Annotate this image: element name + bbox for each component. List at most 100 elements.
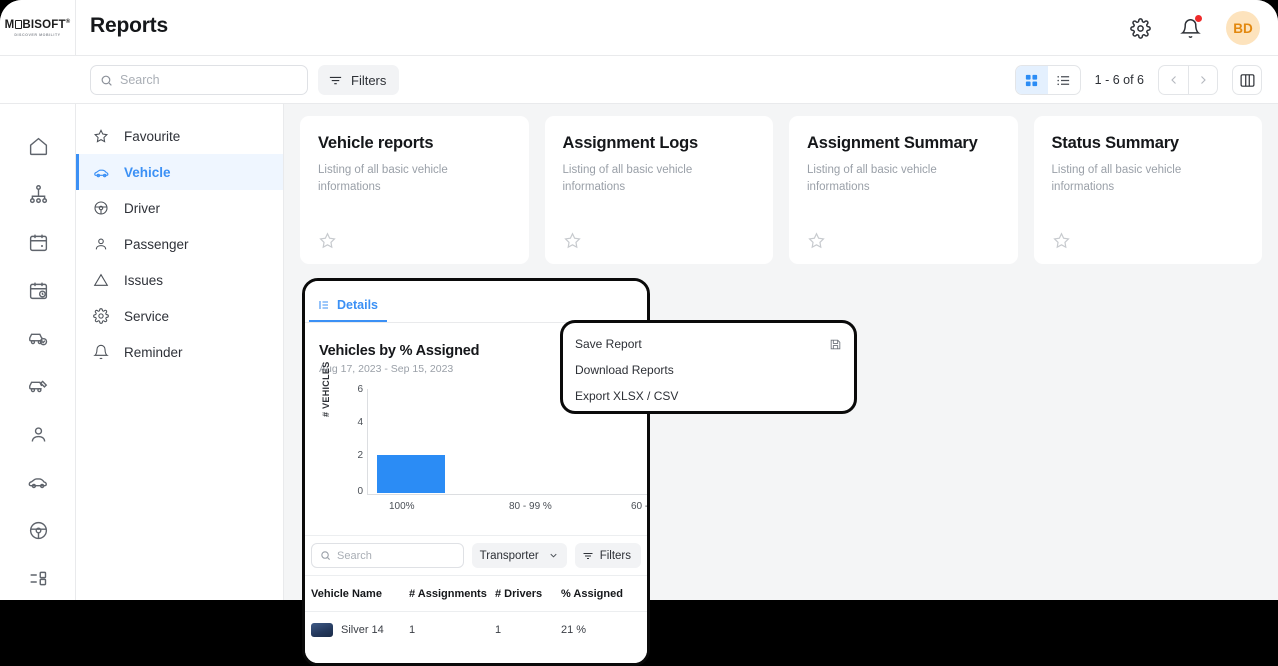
transporter-select[interactable]: Transporter <box>471 543 567 568</box>
table-toolbar: Transporter Filters <box>305 535 647 575</box>
calendar-clock-icon <box>28 280 49 301</box>
favourite-star-icon[interactable] <box>318 231 511 250</box>
search-icon <box>100 74 113 87</box>
sidebar-item-issues[interactable]: Issues <box>76 262 283 298</box>
table-row[interactable]: Silver 14 1 1 21 % <box>305 611 647 647</box>
cell-assignments: 1 <box>409 623 416 636</box>
prev-page-button[interactable] <box>1159 66 1188 94</box>
sidebar-item-vehicle[interactable]: Vehicle <box>76 154 283 190</box>
report-cards: Vehicle reports Listing of all basic veh… <box>300 116 1262 264</box>
details-table: Vehicle Name # Assignments # Drivers % A… <box>305 575 647 663</box>
tab-details-label: Details <box>337 298 378 312</box>
sidebar-item-driver[interactable]: Driver <box>76 190 283 226</box>
screenshot-root: M BISOFT® DISCOVER MOBILITY Reports BD S… <box>0 0 1278 666</box>
column-header-assignments: # Assignments <box>409 587 487 600</box>
column-header-vehicle-name: Vehicle Name <box>311 587 382 600</box>
rail-item-home[interactable] <box>0 122 76 170</box>
cell-assigned: 21 % <box>561 623 587 636</box>
rail-item-vehicle[interactable] <box>0 458 76 506</box>
report-card-vehicle-reports[interactable]: Vehicle reports Listing of all basic veh… <box>300 116 529 264</box>
gear-icon <box>92 308 110 324</box>
card-description: Listing of all basic vehicle information… <box>1051 164 1182 193</box>
avatar[interactable]: BD <box>1226 11 1260 45</box>
favourite-star-icon[interactable] <box>807 231 1000 250</box>
sidebar-item-passenger[interactable]: Passenger <box>76 226 283 262</box>
menu-item-download-reports[interactable]: Download Reports <box>563 357 854 383</box>
table-search-input[interactable] <box>337 549 455 562</box>
card-title: Assignment Summary <box>807 134 978 152</box>
rail-item-organization[interactable] <box>0 170 76 218</box>
panel-toggle-icon <box>1239 72 1256 89</box>
chart-y-axis <box>367 389 368 494</box>
report-card-assignment-logs[interactable]: Assignment Logs Listing of all basic veh… <box>544 116 773 264</box>
search-box[interactable] <box>90 65 308 95</box>
y-tick: 4 <box>357 417 363 428</box>
column-header-drivers: # Drivers <box>495 587 543 600</box>
next-page-button[interactable] <box>1188 66 1217 94</box>
sidebar-item-label: Passenger <box>124 236 189 252</box>
icon-rail <box>0 104 76 600</box>
brand-name-part2: BISOFT <box>22 18 66 31</box>
brand-logo[interactable]: M BISOFT® DISCOVER MOBILITY <box>0 0 76 56</box>
card-description: Listing of all basic vehicle information… <box>807 164 937 193</box>
menu-item-save-report[interactable]: Save Report <box>563 331 854 357</box>
card-title: Vehicle reports <box>318 134 434 152</box>
x-tick: 80 - 99 % <box>509 501 552 512</box>
car-icon <box>92 164 110 181</box>
transporter-select-label: Transporter <box>479 549 539 562</box>
list-view-button[interactable] <box>1048 66 1080 94</box>
notifications-button[interactable] <box>1176 14 1204 42</box>
y-tick: 0 <box>357 486 363 497</box>
search-icon <box>320 550 331 561</box>
rail-item-driver[interactable] <box>0 506 76 554</box>
rail-item-vehicle-check[interactable] <box>0 314 76 362</box>
rail-item-settings-list[interactable] <box>0 554 76 600</box>
sidebar-item-reminder[interactable]: Reminder <box>76 334 283 370</box>
content-toolbar: Filters <box>0 56 1278 104</box>
person-icon <box>92 236 110 252</box>
chart-bar[interactable] <box>377 455 445 493</box>
panel-toggle-button[interactable] <box>1232 65 1262 95</box>
menu-item-export-xlsx-csv[interactable]: Export XLSX / CSV <box>563 383 854 409</box>
pagination-controls <box>1158 65 1218 95</box>
table-header-row: Vehicle Name # Assignments # Drivers % A… <box>305 575 647 611</box>
car-check-icon <box>27 327 49 349</box>
table-search-box[interactable] <box>311 543 464 568</box>
x-tick: 60 - <box>631 501 649 512</box>
y-tick: 2 <box>357 450 363 461</box>
grid-view-button[interactable] <box>1015 66 1048 94</box>
filters-button[interactable]: Filters <box>318 65 400 95</box>
filter-icon <box>582 550 594 562</box>
sidebar-item-favourite[interactable]: Favourite <box>76 118 283 154</box>
filters-button-label: Filters <box>351 72 387 88</box>
sidebar-item-service[interactable]: Service <box>76 298 283 334</box>
x-tick: 100% <box>389 501 415 512</box>
warning-triangle-icon <box>92 272 110 288</box>
column-header-assigned: % Assigned <box>561 587 623 600</box>
chart-x-axis <box>367 494 647 495</box>
view-mode-toggle[interactable] <box>1014 65 1081 95</box>
favourite-star-icon[interactable] <box>563 231 756 250</box>
table-filters-button[interactable]: Filters <box>574 543 641 568</box>
search-input[interactable] <box>120 73 298 87</box>
page-title: Reports <box>90 14 168 37</box>
rail-item-calendar[interactable] <box>0 218 76 266</box>
steering-wheel-icon <box>28 520 49 541</box>
top-bar-actions: BD <box>1126 0 1260 56</box>
tab-details[interactable]: Details <box>309 298 387 322</box>
report-card-assignment-summary[interactable]: Assignment Summary Listing of all basic … <box>789 116 1018 264</box>
sidebar-item-label: Issues <box>124 272 164 288</box>
secondary-nav: Favourite Vehicle Driver Passenger Issue… <box>76 104 284 600</box>
favourite-star-icon[interactable] <box>1052 231 1245 250</box>
person-icon <box>28 424 49 445</box>
rail-item-person[interactable] <box>0 410 76 458</box>
sidebar-item-label: Driver <box>124 200 160 216</box>
steering-wheel-icon <box>92 200 110 216</box>
settings-button[interactable] <box>1126 14 1154 42</box>
list-settings-icon <box>28 568 49 589</box>
sidebar-item-label: Favourite <box>124 128 181 144</box>
report-card-status-summary[interactable]: Status Summary Listing of all basic vehi… <box>1033 116 1262 264</box>
rail-item-vehicle-key[interactable] <box>0 362 76 410</box>
rail-item-schedule[interactable] <box>0 266 76 314</box>
notification-badge-dot <box>1195 15 1202 22</box>
